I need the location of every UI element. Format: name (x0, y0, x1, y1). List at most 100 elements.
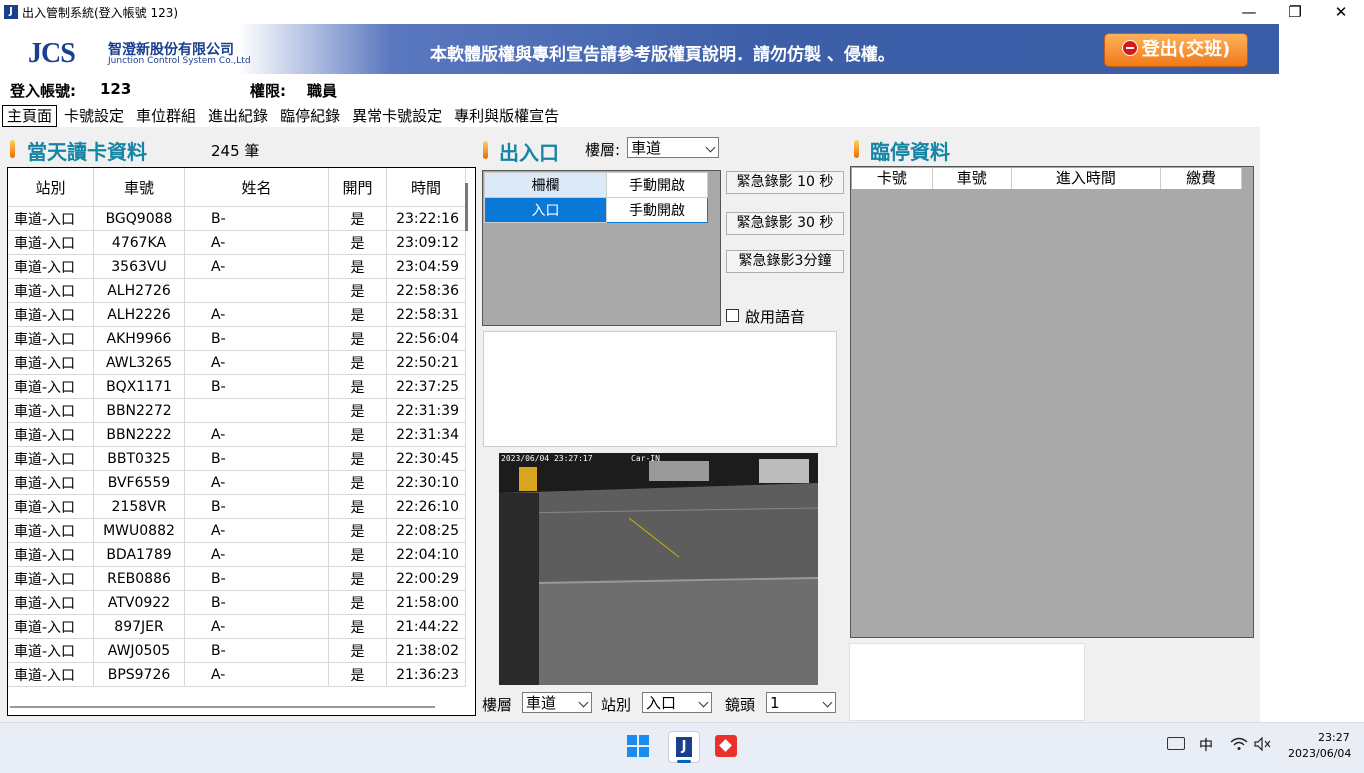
copyright-notice: 本軟體版權與專利宣告請參考版權頁說明．請勿仿製 、侵權。 (430, 45, 895, 65)
emergency-record-3min-button[interactable]: 緊急錄影3分鐘 (726, 250, 844, 273)
table-row[interactable]: 車道-入口 AWJ0505 B- 是 21:38:02 (8, 638, 466, 663)
cell-name: B- (184, 446, 329, 471)
cell-plate: BPS9726 (93, 662, 185, 687)
cell-time: 22:31:39 (386, 398, 466, 423)
table-row[interactable]: 車道-入口 BBT0325 B- 是 22:30:45 (8, 446, 466, 471)
cell-plate: BDA1789 (93, 542, 185, 567)
cell-name: A- (184, 230, 329, 255)
manual-open-button[interactable]: 手動開啟 (606, 197, 708, 223)
chevron-down-icon (698, 697, 709, 708)
col-time[interactable]: 時間 (386, 168, 466, 207)
clock-date[interactable]: 2023/06/04 (1288, 747, 1351, 760)
cell-station: 車道-入口 (8, 422, 94, 447)
logout-button[interactable]: 登出(交班) (1104, 33, 1248, 67)
taskbar-app-jcs[interactable]: J (668, 731, 700, 763)
lens-value: 1 (770, 694, 780, 712)
cell-time: 23:22:16 (386, 206, 466, 231)
cell-time: 22:26:10 (386, 494, 466, 519)
horizontal-scrollbar[interactable] (10, 706, 435, 708)
windows-start-icon[interactable] (627, 735, 649, 757)
table-row[interactable]: 車道-入口 ALH2726 是 22:58:36 (8, 278, 466, 303)
cell-name: A- (184, 470, 329, 495)
cell-plate: 897JER (93, 614, 185, 639)
window-title: 出入管制系統(登入帳號 123) (22, 6, 179, 20)
cell-time: 21:44:22 (386, 614, 466, 639)
account-id-label: 登入帳號: (10, 82, 76, 100)
emergency-record-30s-button[interactable]: 緊急錄影 30 秒 (726, 212, 844, 235)
table-row[interactable]: 車道-入口 BGQ9088 B- 是 23:22:16 (8, 206, 466, 231)
card-reading-table[interactable]: 站別 車號 姓名 開門 時間 車道-入口 BGQ9088 B- 是 23:22:16 車道… (7, 167, 476, 716)
table-row[interactable]: 車道-入口 4767KA A- 是 23:09:12 (8, 230, 466, 255)
table-row[interactable]: 車道-入口 BDA1789 A- 是 22:04:10 (8, 542, 466, 567)
keyboard-icon[interactable] (1167, 737, 1185, 750)
bottom-floor-select[interactable]: 車道 (522, 692, 592, 713)
table-row[interactable]: 車道-入口 AWL3265 A- 是 22:50:21 (8, 350, 466, 375)
temp-col-payment[interactable]: 繳費 (1161, 168, 1242, 189)
cell-name (184, 278, 329, 303)
tab-bar: 主頁面 卡號設定 車位群組 進出紀錄 臨停紀錄 異常卡號設定 專利與版權宣告 (2, 105, 566, 127)
close-button[interactable]: ✕ (1318, 0, 1364, 24)
clock-time[interactable]: 23:27 (1318, 731, 1350, 744)
cell-station: 車道-入口 (8, 446, 94, 471)
table-row[interactable]: 車道-入口 897JER A- 是 21:44:22 (8, 614, 466, 639)
tab-abnormal-card-settings[interactable]: 異常卡號設定 (347, 105, 447, 127)
table-row[interactable]: 車道-入口 REB0886 B- 是 22:00:29 (8, 566, 466, 591)
station-select[interactable]: 入口 (642, 692, 712, 713)
cell-time: 22:30:45 (386, 446, 466, 471)
cell-plate: 3563VU (93, 254, 185, 279)
tab-card-settings[interactable]: 卡號設定 (59, 105, 129, 127)
cell-time: 22:31:34 (386, 422, 466, 447)
temp-col-card[interactable]: 卡號 (852, 168, 933, 189)
ime-indicator[interactable]: 中 (1199, 735, 1213, 755)
app-icon: J (4, 5, 18, 19)
cell-time: 22:50:21 (386, 350, 466, 375)
tab-temp-parking-records[interactable]: 臨停紀錄 (275, 105, 345, 127)
message-box (483, 331, 837, 447)
table-row[interactable]: 車道-入口 2158VR B- 是 22:26:10 (8, 494, 466, 519)
floor-select[interactable]: 車道 (627, 137, 719, 158)
table-row[interactable]: 車道-入口 BBN2222 A- 是 22:31:34 (8, 422, 466, 447)
tab-access-records[interactable]: 進出紀錄 (203, 105, 273, 127)
col-name[interactable]: 姓名 (184, 168, 329, 207)
cell-open: 是 (328, 398, 387, 423)
lens-select[interactable]: 1 (766, 692, 836, 713)
cell-station: 車道-入口 (8, 326, 94, 351)
vertical-scrollbar[interactable] (465, 183, 468, 231)
taskbar-app-remote[interactable] (711, 731, 741, 761)
table-row[interactable]: 車道-入口 AKH9966 B- 是 22:56:04 (8, 326, 466, 351)
wifi-icon[interactable] (1230, 737, 1248, 751)
company-name-en: Junction Control System Co.,Ltd (108, 56, 251, 66)
cell-station: 車道-入口 (8, 590, 94, 615)
volume-muted-icon[interactable] (1254, 737, 1272, 751)
table-row[interactable]: 車道-入口 BBN2272 是 22:31:39 (8, 398, 466, 423)
cell-time: 21:36:23 (386, 662, 466, 687)
tab-main[interactable]: 主頁面 (2, 105, 58, 127)
maximize-button[interactable]: ❐ (1272, 0, 1318, 24)
table-row[interactable]: 車道-入口 BPS9726 A- 是 21:36:23 (8, 662, 466, 687)
col-plate[interactable]: 車號 (93, 168, 185, 207)
col-open[interactable]: 開門 (328, 168, 387, 207)
temp-col-entry-time[interactable]: 進入時間 (1012, 168, 1162, 189)
temp-col-plate[interactable]: 車號 (933, 168, 1012, 189)
table-row[interactable]: 車道-入口 3563VU A- 是 23:04:59 (8, 254, 466, 279)
table-row[interactable]: 車道-入口 ATV0922 B- 是 21:58:00 (8, 590, 466, 615)
lens-label: 鏡頭 (725, 696, 756, 714)
table-row[interactable]: 車道-入口 ALH2226 A- 是 22:58:31 (8, 302, 466, 327)
cell-station: 車道-入口 (8, 614, 94, 639)
cell-time: 21:58:00 (386, 590, 466, 615)
cell-station: 車道-入口 (8, 662, 94, 687)
tab-space-groups[interactable]: 車位群組 (131, 105, 201, 127)
gate-row-entrance[interactable]: 入口 (484, 197, 607, 223)
camera-view: 2023/06/04 23:27:17 Car-IN (499, 453, 818, 685)
cell-plate: AWL3265 (93, 350, 185, 375)
table-row[interactable]: 車道-入口 BVF6559 A- 是 22:30:10 (8, 470, 466, 495)
temp-parking-table[interactable] (850, 166, 1254, 638)
table-row[interactable]: 車道-入口 MWU0882 A- 是 22:08:25 (8, 518, 466, 543)
tab-patent-copyright[interactable]: 專利與版權宣告 (449, 105, 564, 127)
emergency-record-10s-button[interactable]: 緊急錄影 10 秒 (726, 171, 844, 194)
table-row[interactable]: 車道-入口 BQX1171 B- 是 22:37:25 (8, 374, 466, 399)
voice-checkbox[interactable] (726, 309, 739, 322)
minimize-button[interactable]: — (1226, 0, 1272, 24)
cell-name: B- (184, 326, 329, 351)
col-station[interactable]: 站別 (8, 168, 94, 207)
